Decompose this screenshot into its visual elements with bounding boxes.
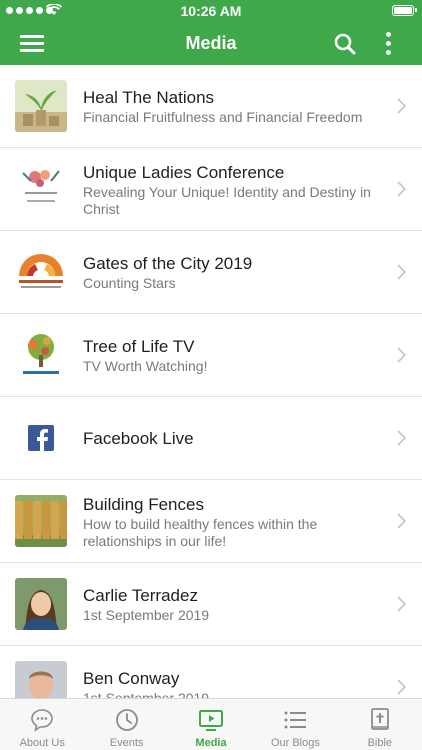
search-icon[interactable] bbox=[333, 32, 357, 56]
plant-coins-thumbnail bbox=[15, 80, 67, 132]
list-icon bbox=[284, 711, 307, 729]
gates-of-the-city-logo bbox=[15, 246, 67, 298]
media-item-title: Building Fences bbox=[83, 494, 204, 514]
tab-label: Bible bbox=[367, 737, 393, 749]
media-item-title: Tree of Life TV bbox=[83, 337, 195, 356]
media-item-title: Heal The Nations bbox=[83, 88, 215, 107]
media-item-title: Ben Conway bbox=[83, 669, 180, 688]
tab-label: Our Blogs bbox=[270, 737, 320, 749]
media-item-subtitle: How to build healthy fences within the r… bbox=[83, 515, 318, 549]
chevron-right-icon bbox=[397, 430, 406, 446]
chevron-right-icon bbox=[397, 98, 406, 114]
tab-label: Media bbox=[195, 737, 227, 749]
media-item-subtitle: 1st September 2019 bbox=[83, 607, 210, 623]
speech-bubble-icon bbox=[31, 709, 54, 732]
more-vertical-icon[interactable] bbox=[384, 32, 394, 56]
media-list: Heal The Nations Financial Fruitfulness … bbox=[0, 65, 422, 698]
page-title: Media bbox=[185, 33, 237, 53]
woman-portrait-photo bbox=[15, 578, 67, 630]
womens-ministry-logo bbox=[15, 163, 67, 215]
media-item-subtitle: Financial Fruitfulness and Financial Fre… bbox=[83, 109, 363, 125]
tab-media[interactable]: Media bbox=[169, 699, 253, 750]
media-item-tree-of-life-tv[interactable]: Tree of Life TV TV Worth Watching! bbox=[0, 314, 422, 397]
tab-about-us[interactable]: About Us bbox=[0, 699, 84, 750]
media-item-title: Unique Ladies Conference bbox=[83, 162, 285, 182]
tree-of-life-logo bbox=[15, 329, 67, 381]
wooden-fence-photo bbox=[15, 495, 67, 547]
chevron-right-icon bbox=[397, 596, 406, 612]
chevron-right-icon bbox=[397, 181, 406, 197]
chevron-right-icon bbox=[397, 679, 406, 695]
tab-bar: About Us Events Media Our Blogs Bible bbox=[0, 698, 422, 750]
status-time: 10:26 AM bbox=[180, 3, 242, 19]
media-item-heal-the-nations[interactable]: Heal The Nations Financial Fruitfulness … bbox=[0, 65, 422, 148]
navigation-bar: Media bbox=[0, 22, 422, 65]
tab-label: About Us bbox=[19, 737, 65, 749]
media-item-subtitle: TV Worth Watching! bbox=[83, 358, 208, 374]
battery-icon bbox=[392, 5, 417, 16]
media-item-carlie-terradez[interactable]: Carlie Terradez 1st September 2019 bbox=[0, 563, 422, 646]
media-item-subtitle: 1st September 2019 bbox=[83, 690, 210, 698]
clock-icon bbox=[115, 709, 138, 731]
media-item-title: Carlie Terradez bbox=[83, 586, 198, 605]
tab-our-blogs[interactable]: Our Blogs bbox=[253, 699, 337, 750]
bible-cross-icon bbox=[370, 708, 389, 730]
media-item-title: Facebook Live bbox=[83, 429, 194, 448]
media-item-gates-of-the-city[interactable]: Gates of the City 2019 Counting Stars bbox=[0, 231, 422, 314]
media-item-unique-ladies-conference[interactable]: Unique Ladies Conference Revealing Your … bbox=[0, 148, 422, 231]
media-item-subtitle: Revealing Your Unique! Identity and Dest… bbox=[83, 183, 371, 217]
tv-play-icon bbox=[199, 710, 224, 731]
chevron-right-icon bbox=[397, 347, 406, 363]
media-item-ben-conway[interactable]: Ben Conway 1st September 2019 bbox=[0, 646, 422, 698]
status-bar: 10:26 AM bbox=[0, 0, 422, 22]
chevron-right-icon bbox=[397, 513, 406, 529]
media-item-building-fences[interactable]: Building Fences How to build healthy fen… bbox=[0, 480, 422, 563]
media-item-subtitle: Counting Stars bbox=[83, 275, 176, 291]
tab-bible[interactable]: Bible bbox=[338, 699, 422, 750]
facebook-icon bbox=[15, 412, 67, 464]
tab-label: Events bbox=[109, 737, 144, 749]
media-item-title: Gates of the City 2019 bbox=[83, 254, 253, 273]
man-portrait-photo bbox=[15, 661, 67, 698]
tab-events[interactable]: Events bbox=[84, 699, 168, 750]
media-item-facebook-live[interactable]: Facebook Live bbox=[0, 397, 422, 480]
chevron-right-icon bbox=[397, 264, 406, 280]
